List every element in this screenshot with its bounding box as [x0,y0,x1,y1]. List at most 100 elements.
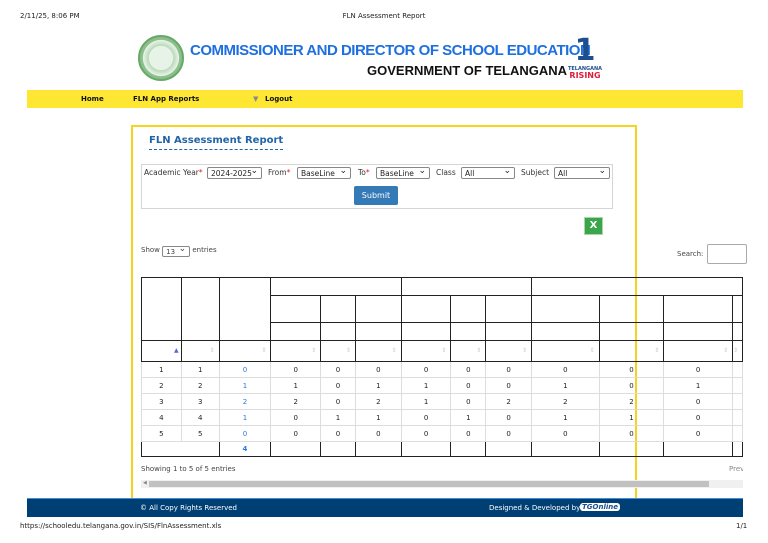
table-cell: 1 [531,409,600,426]
table-cell: 1 [320,409,356,426]
table-cell: 0 [485,425,533,442]
table-cell: 0 [354,425,402,442]
count-link[interactable]: 0 [218,361,272,378]
table-cell: 1 [450,409,487,426]
table-cell: 1 [270,377,322,394]
from-select[interactable]: BaseLine [297,165,351,179]
sort-header-11[interactable]: ⇕ [663,340,733,362]
table-cell: 0 [663,393,733,410]
table-cell: 2 [180,377,220,394]
sort-icon: ⇕ [391,347,397,354]
subject-select[interactable]: All [554,165,610,179]
table-cell: 0 [663,361,733,378]
table-cell: 0 [400,361,452,378]
nav-fln-app-reports[interactable]: FLN App Reports [133,95,199,103]
table-cell [731,377,743,394]
table-cell: 4 [180,409,220,426]
sort-header-9[interactable]: ⇕ [531,340,600,362]
table-cell: 0 [320,377,356,394]
table-cell: 2 [485,393,533,410]
table-row: 550000000000 [141,425,743,442]
sort-header-12[interactable]: ⇕ [731,340,743,362]
pagination-info: Showing 1 to 5 of 5 entries [141,465,236,473]
table-cell: 0 [531,425,600,442]
table-row: 221101100101 [141,377,743,394]
scroll-left-icon[interactable]: ◀ [143,480,147,486]
table-cell: 1 [663,377,733,394]
sort-header-0[interactable]: ▲ [141,340,182,362]
table-cell: 2 [531,393,600,410]
to-select[interactable]: BaseLine [376,165,430,179]
table-cell: 0 [320,361,356,378]
sort-header-6[interactable]: ⇕ [400,340,452,362]
academic-year-select[interactable]: 2024-2025 [207,165,262,179]
table-cell: 0 [598,425,665,442]
sort-icon: ⇕ [441,347,447,354]
sort-header-1[interactable]: ⇕ [180,340,220,362]
sort-header-2[interactable]: ⇕ [218,340,272,362]
page-size-select[interactable]: 13 [162,244,191,257]
sort-header-4[interactable]: ⇕ [320,340,356,362]
table-cell: 0 [400,409,452,426]
sort-header-8[interactable]: ⇕ [485,340,533,362]
search-input[interactable] [707,244,747,264]
table-cell [731,425,743,442]
table-cell: 5 [180,425,220,442]
sort-asc-icon: ▲ [174,347,179,354]
sort-header-7[interactable]: ⇕ [450,340,487,362]
table-cell [731,409,743,426]
sort-icon: ⇕ [732,347,738,354]
sort-header-5[interactable]: ⇕ [354,340,402,362]
count-link[interactable]: 2 [218,393,272,410]
sort-icon: ⇕ [476,347,482,354]
sort-header-3[interactable]: ⇕ [270,340,322,362]
academic-year-label: Academic Year* [144,168,203,177]
table-row: 332202102220 [141,393,743,410]
table-cell: 0 [485,361,533,378]
table-cell: 0 [450,393,487,410]
excel-export-icon[interactable]: X [584,217,603,235]
table-cell: 0 [320,425,356,442]
table-cell: 4 [141,409,182,426]
table-cell: 2 [141,377,182,394]
search-label: Search: [677,250,704,258]
sort-icon: ⇕ [261,347,267,354]
nav-logout[interactable]: Logout [265,95,292,103]
table-cell [731,393,743,410]
caret-down-icon: ▼ [253,95,259,103]
org-subtitle: GOVERNMENT OF TELANGANA [367,63,568,78]
sort-header-10[interactable]: ⇕ [598,340,665,362]
count-link[interactable]: 0 [218,425,272,442]
class-select[interactable]: All [461,165,515,179]
table-cell: 0 [354,361,402,378]
table-cell: 2 [598,393,665,410]
horizontal-scrollbar[interactable]: ◀ [141,480,743,488]
nav-home[interactable]: Home [81,95,104,103]
table-cell: 1 [141,361,182,378]
table-cell: 0 [450,377,487,394]
table-cell: 2 [354,393,402,410]
total-cell: 4 [218,441,272,457]
subject-label: Subject [521,168,550,177]
submit-button[interactable]: Submit [354,186,398,205]
nav-bar: Home FLN App Reports ▼ Logout [27,90,743,108]
scrollbar-thumb[interactable] [149,481,709,487]
page-size-control: Show 13 entries [141,244,217,257]
copyright-text: © All Copy Rights Reserved [140,504,237,512]
table-cell: 1 [400,393,452,410]
print-title: FLN Assessment Report [342,12,426,20]
table-cell: 1 [531,377,600,394]
table-cell: 1 [354,409,402,426]
table-cell: 0 [663,409,733,426]
site-footer: © All Copy Rights Reserved Designed & De… [27,498,743,517]
print-page-number: 1/1 [736,522,748,530]
table-cell: 0 [450,425,487,442]
count-link[interactable]: 1 [218,377,272,394]
org-name: COMMISSIONER AND DIRECTOR OF SCHOOL EDUC… [190,42,591,59]
count-link[interactable]: 1 [218,409,272,426]
table-row: 441011010110 [141,409,743,426]
sort-icon: ⇕ [345,347,351,354]
table-cell: 0 [400,425,452,442]
sort-icon: ⇕ [722,347,728,354]
previous-button[interactable]: Previous [729,465,743,473]
